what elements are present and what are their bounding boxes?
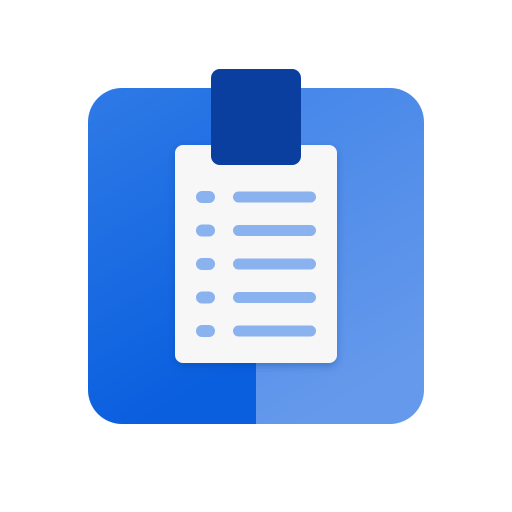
checklist-bullet	[196, 224, 215, 237]
app-icon	[0, 0, 512, 512]
checklist-line	[233, 258, 316, 270]
checklist-bullet	[196, 258, 215, 270]
checklist-bullet	[196, 325, 215, 337]
checklist-bullet	[196, 191, 215, 203]
checklist-line	[233, 325, 316, 337]
checklist-line	[233, 292, 316, 303]
clipboard-clip	[211, 69, 301, 165]
checklist-line	[233, 191, 316, 203]
clipboard-checklist-icon	[88, 69, 424, 424]
checklist-bullet	[196, 291, 215, 304]
checklist-line	[233, 225, 316, 236]
